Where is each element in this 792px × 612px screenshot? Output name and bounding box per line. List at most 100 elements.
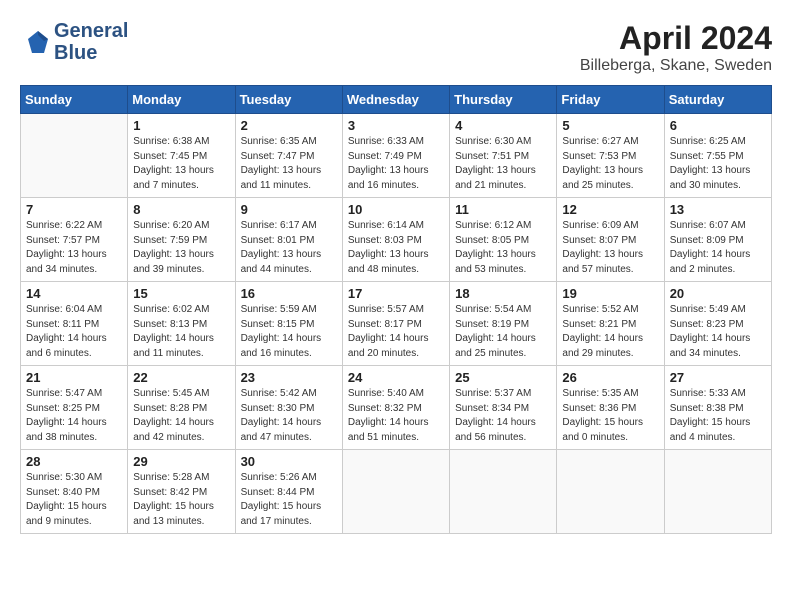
week-row-1: 1 Sunrise: 6:38 AM Sunset: 7:45 PM Daylig… [21, 114, 772, 198]
day-cell: 7 Sunrise: 6:22 AM Sunset: 7:57 PM Daylig… [21, 198, 128, 282]
day-detail: Sunrise: 5:52 AM Sunset: 8:21 PM Dayligh… [562, 303, 658, 361]
day-cell: 13 Sunrise: 6:07 AM Sunset: 8:09 PM Dayli… [664, 198, 771, 282]
day-detail: Sunrise: 6:09 AM Sunset: 8:07 PM Dayligh… [562, 219, 658, 277]
day-detail: Sunrise: 6:22 AM Sunset: 7:57 PM Dayligh… [26, 219, 122, 277]
location-title: Billeberga, Skane, Sweden [580, 57, 772, 75]
day-cell [450, 450, 557, 534]
day-number: 3 [348, 118, 444, 133]
day-number: 12 [562, 202, 658, 217]
week-row-3: 14Sunrise: 6:04 AM Sunset: 8:11 PM Dayli… [21, 282, 772, 366]
week-row-5: 28Sunrise: 5:30 AM Sunset: 8:40 PM Dayli… [21, 450, 772, 534]
day-cell: 6 Sunrise: 6:25 AM Sunset: 7:55 PM Daylig… [664, 114, 771, 198]
day-number: 22 [133, 370, 229, 385]
day-number: 1 [133, 118, 229, 133]
logo-text: General Blue [54, 20, 128, 64]
day-cell: 22 Sunrise: 5:45 AM Sunset: 8:28 PM Dayli… [128, 366, 235, 450]
day-number: 7 [26, 202, 122, 217]
page-header: General Blue April 2024 Billeberga, Skan… [20, 20, 772, 75]
calendar-header-row: SundayMondayTuesdayWednesdayThursdayFrid… [21, 86, 772, 114]
day-cell [557, 450, 664, 534]
day-number: 24 [348, 370, 444, 385]
calendar-table: SundayMondayTuesdayWednesdayThursdayFrid… [20, 85, 772, 534]
day-detail: Sunrise: 6:35 AM Sunset: 7:47 PM Dayligh… [241, 135, 337, 193]
day-number: 18 [455, 286, 551, 301]
day-detail: Sunrise: 6:04 AM Sunset: 8:11 PM Dayligh… [26, 303, 122, 361]
day-number: 27 [670, 370, 766, 385]
day-number: 4 [455, 118, 551, 133]
day-detail: Sunrise: 5:30 AM Sunset: 8:40 PM Dayligh… [26, 471, 122, 529]
day-number: 2 [241, 118, 337, 133]
day-cell: 30 Sunrise: 5:26 AM Sunset: 8:44 PM Dayli… [235, 450, 342, 534]
day-header-friday: Friday [557, 86, 664, 114]
day-cell: 12 Sunrise: 6:09 AM Sunset: 8:07 PM Dayli… [557, 198, 664, 282]
day-detail: Sunrise: 6:02 AM Sunset: 8:13 PM Dayligh… [133, 303, 229, 361]
day-number: 10 [348, 202, 444, 217]
day-detail: Sunrise: 5:59 AM Sunset: 8:15 PM Dayligh… [241, 303, 337, 361]
day-number: 26 [562, 370, 658, 385]
day-detail: Sunrise: 5:47 AM Sunset: 8:25 PM Dayligh… [26, 387, 122, 445]
day-detail: Sunrise: 6:33 AM Sunset: 7:49 PM Dayligh… [348, 135, 444, 193]
day-cell: 24 Sunrise: 5:40 AM Sunset: 8:32 PM Dayli… [342, 366, 449, 450]
day-detail: Sunrise: 6:17 AM Sunset: 8:01 PM Dayligh… [241, 219, 337, 277]
day-header-monday: Monday [128, 86, 235, 114]
day-cell: 2 Sunrise: 6:35 AM Sunset: 7:47 PM Daylig… [235, 114, 342, 198]
day-number: 20 [670, 286, 766, 301]
day-cell [664, 450, 771, 534]
logo-icon [20, 27, 50, 57]
day-detail: Sunrise: 5:49 AM Sunset: 8:23 PM Dayligh… [670, 303, 766, 361]
day-detail: Sunrise: 5:26 AM Sunset: 8:44 PM Dayligh… [241, 471, 337, 529]
day-cell: 5 Sunrise: 6:27 AM Sunset: 7:53 PM Daylig… [557, 114, 664, 198]
day-cell: 11Sunrise: 6:12 AM Sunset: 8:05 PM Dayli… [450, 198, 557, 282]
day-number: 17 [348, 286, 444, 301]
day-number: 30 [241, 454, 337, 469]
day-cell: 3 Sunrise: 6:33 AM Sunset: 7:49 PM Daylig… [342, 114, 449, 198]
day-cell: 19Sunrise: 5:52 AM Sunset: 8:21 PM Dayli… [557, 282, 664, 366]
day-cell: 18Sunrise: 5:54 AM Sunset: 8:19 PM Dayli… [450, 282, 557, 366]
day-detail: Sunrise: 5:45 AM Sunset: 8:28 PM Dayligh… [133, 387, 229, 445]
day-detail: Sunrise: 6:30 AM Sunset: 7:51 PM Dayligh… [455, 135, 551, 193]
day-detail: Sunrise: 5:28 AM Sunset: 8:42 PM Dayligh… [133, 471, 229, 529]
day-header-wednesday: Wednesday [342, 86, 449, 114]
day-cell: 16Sunrise: 5:59 AM Sunset: 8:15 PM Dayli… [235, 282, 342, 366]
day-detail: Sunrise: 5:33 AM Sunset: 8:38 PM Dayligh… [670, 387, 766, 445]
day-cell: 20 Sunrise: 5:49 AM Sunset: 8:23 PM Dayli… [664, 282, 771, 366]
day-cell: 14Sunrise: 6:04 AM Sunset: 8:11 PM Dayli… [21, 282, 128, 366]
day-detail: Sunrise: 5:40 AM Sunset: 8:32 PM Dayligh… [348, 387, 444, 445]
day-detail: Sunrise: 6:20 AM Sunset: 7:59 PM Dayligh… [133, 219, 229, 277]
day-cell: 29 Sunrise: 5:28 AM Sunset: 8:42 PM Dayli… [128, 450, 235, 534]
day-detail: Sunrise: 6:27 AM Sunset: 7:53 PM Dayligh… [562, 135, 658, 193]
month-title: April 2024 [580, 20, 772, 57]
day-number: 15 [133, 286, 229, 301]
day-number: 8 [133, 202, 229, 217]
day-detail: Sunrise: 6:07 AM Sunset: 8:09 PM Dayligh… [670, 219, 766, 277]
day-number: 29 [133, 454, 229, 469]
day-header-thursday: Thursday [450, 86, 557, 114]
day-number: 5 [562, 118, 658, 133]
day-header-saturday: Saturday [664, 86, 771, 114]
day-number: 9 [241, 202, 337, 217]
title-block: April 2024 Billeberga, Skane, Sweden [580, 20, 772, 75]
day-cell: 9 Sunrise: 6:17 AM Sunset: 8:01 PM Daylig… [235, 198, 342, 282]
day-detail: Sunrise: 6:38 AM Sunset: 7:45 PM Dayligh… [133, 135, 229, 193]
day-cell: 26 Sunrise: 5:35 AM Sunset: 8:36 PM Dayli… [557, 366, 664, 450]
day-detail: Sunrise: 6:25 AM Sunset: 7:55 PM Dayligh… [670, 135, 766, 193]
day-detail: Sunrise: 5:35 AM Sunset: 8:36 PM Dayligh… [562, 387, 658, 445]
day-detail: Sunrise: 5:57 AM Sunset: 8:17 PM Dayligh… [348, 303, 444, 361]
day-number: 13 [670, 202, 766, 217]
day-cell: 15 Sunrise: 6:02 AM Sunset: 8:13 PM Dayli… [128, 282, 235, 366]
day-detail: Sunrise: 6:12 AM Sunset: 8:05 PM Dayligh… [455, 219, 551, 277]
day-cell [21, 114, 128, 198]
day-number: 6 [670, 118, 766, 133]
day-header-tuesday: Tuesday [235, 86, 342, 114]
day-number: 25 [455, 370, 551, 385]
day-cell: 1 Sunrise: 6:38 AM Sunset: 7:45 PM Daylig… [128, 114, 235, 198]
day-cell: 28Sunrise: 5:30 AM Sunset: 8:40 PM Dayli… [21, 450, 128, 534]
day-cell: 25 Sunrise: 5:37 AM Sunset: 8:34 PM Dayli… [450, 366, 557, 450]
day-detail: Sunrise: 5:37 AM Sunset: 8:34 PM Dayligh… [455, 387, 551, 445]
week-row-2: 7 Sunrise: 6:22 AM Sunset: 7:57 PM Daylig… [21, 198, 772, 282]
day-cell: 17 Sunrise: 5:57 AM Sunset: 8:17 PM Dayli… [342, 282, 449, 366]
day-cell: 8 Sunrise: 6:20 AM Sunset: 7:59 PM Daylig… [128, 198, 235, 282]
logo: General Blue [20, 20, 128, 64]
day-number: 21 [26, 370, 122, 385]
day-number: 23 [241, 370, 337, 385]
